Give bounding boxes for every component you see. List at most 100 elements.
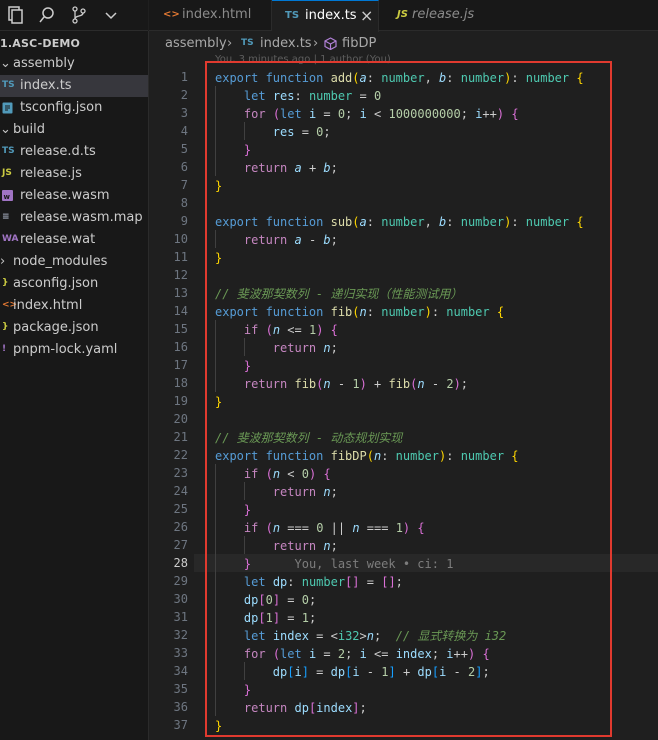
line-number: 13 <box>173 286 188 300</box>
tree-folder[interactable]: › node_modules <box>0 251 148 273</box>
tree-item-label: index.html <box>13 298 83 313</box>
ts-file-icon: TS <box>2 80 15 90</box>
line-number: 11 <box>173 250 188 264</box>
map-file-icon: ≡ <box>2 212 10 222</box>
explorer-panel: 1.ASC-DEMO ⌄ assembly TS index.ts tsconfig.j… <box>0 31 149 740</box>
explorer-root-title[interactable]: 1.ASC-DEMO <box>0 37 80 50</box>
tab-label: index.html <box>182 7 252 22</box>
ts-file-icon: TS <box>2 146 15 156</box>
tree-file[interactable]: } package.json <box>0 317 148 339</box>
tree-item-label: release.js <box>20 166 82 181</box>
tree-item-label: index.ts <box>20 78 72 93</box>
wasm-file-icon: w <box>2 190 13 204</box>
tree-file[interactable]: <> index.html <box>0 295 148 317</box>
tree-item-label: asconfig.json <box>13 276 99 291</box>
tree-file[interactable]: tsconfig.json <box>0 97 148 119</box>
line-number: 9 <box>180 214 188 228</box>
breadcrumb-symbol[interactable]: fibDP <box>342 36 376 51</box>
line-number: 20 <box>173 412 188 426</box>
line-number: 14 <box>173 304 188 318</box>
yaml-file-icon: ! <box>2 344 7 354</box>
line-number: 26 <box>173 520 188 534</box>
wat-file-icon: WA <box>2 234 19 244</box>
js-file-icon: JS <box>2 168 12 178</box>
line-number: 33 <box>173 646 188 660</box>
json-file-icon: } <box>2 278 9 288</box>
tree-file[interactable]: TS release.d.ts <box>0 141 148 163</box>
tree-item-label: release.wasm.map <box>20 210 143 225</box>
typescript-file-icon: TS <box>241 38 254 48</box>
tab-release-js[interactable]: JS release.js <box>379 0 489 30</box>
line-number: 27 <box>173 538 188 552</box>
line-number: 12 <box>173 268 188 282</box>
line-number: 34 <box>173 664 188 678</box>
line-number: 8 <box>180 196 188 210</box>
chevron-down-icon[interactable] <box>101 5 121 25</box>
tab-index-html[interactable]: <> index.html <box>149 0 272 30</box>
line-number: 15 <box>173 322 188 336</box>
svg-text:w: w <box>4 193 11 201</box>
line-number: 18 <box>173 376 188 390</box>
line-number: 21 <box>173 430 188 444</box>
tab-bar: <> index.html TS index.ts × JS release.j… <box>149 0 658 32</box>
source-control-icon[interactable] <box>69 5 89 25</box>
tree-item-label: package.json <box>13 320 99 335</box>
tree-folder[interactable]: ⌄ assembly <box>0 53 148 75</box>
tree-item-label: node_modules <box>13 254 108 269</box>
line-number: 29 <box>173 574 188 588</box>
tree-item-label: tsconfig.json <box>20 100 103 115</box>
line-number: 7 <box>180 178 188 192</box>
tab-label: release.js <box>412 7 475 22</box>
chevron-down-icon[interactable]: ⌄ <box>0 56 11 71</box>
line-number: 22 <box>173 448 188 462</box>
line-number: 25 <box>173 502 188 516</box>
tab-index-ts[interactable]: TS index.ts × <box>272 0 379 32</box>
line-number: 36 <box>173 700 188 714</box>
tab-label: index.ts <box>305 8 357 23</box>
search-icon[interactable] <box>37 5 57 25</box>
tree-folder[interactable]: ⌄ build <box>0 119 148 141</box>
line-number: 30 <box>173 592 188 606</box>
javascript-file-icon: JS <box>397 9 408 20</box>
activity-bar <box>0 0 148 31</box>
chevron-right-icon: › <box>227 36 233 51</box>
breadcrumb-file[interactable]: index.ts <box>260 36 312 51</box>
chevron-right-icon: › <box>313 36 319 51</box>
tsconfig-file-icon <box>2 102 13 117</box>
tree-item-label: assembly <box>13 56 75 71</box>
tree-file[interactable]: JS release.js <box>0 163 148 185</box>
tree-item-label: release.wasm <box>20 188 110 203</box>
line-number: 32 <box>173 628 188 642</box>
line-number: 2 <box>180 88 188 102</box>
tree-file[interactable]: w release.wasm <box>0 185 148 207</box>
line-number: 23 <box>173 466 188 480</box>
line-number: 31 <box>173 610 188 624</box>
tree-item-label: release.d.ts <box>20 144 96 159</box>
chevron-right-icon[interactable]: › <box>0 254 5 269</box>
close-icon[interactable]: × <box>360 6 373 25</box>
tree-file[interactable]: ≡ release.wasm.map <box>0 207 148 229</box>
tree-file[interactable]: WA release.wat <box>0 229 148 251</box>
line-number: 3 <box>180 106 188 120</box>
line-number: 28 <box>173 556 188 570</box>
line-number: 17 <box>173 358 188 372</box>
line-number: 1 <box>180 70 188 84</box>
line-number: 4 <box>180 124 188 138</box>
explorer-icon[interactable] <box>5 5 25 25</box>
function-symbol-icon <box>324 37 337 50</box>
tree-file[interactable]: } asconfig.json <box>0 273 148 295</box>
line-number: 10 <box>173 232 188 246</box>
line-number: 16 <box>173 340 188 354</box>
breadcrumb-folder[interactable]: assembly <box>165 36 227 51</box>
line-number: 37 <box>173 718 188 732</box>
typescript-file-icon: TS <box>285 10 300 21</box>
tree-file[interactable]: TS index.ts <box>0 75 148 97</box>
line-number: 19 <box>173 394 188 408</box>
line-number: 6 <box>180 160 188 174</box>
line-number: 5 <box>180 142 188 156</box>
json-file-icon: } <box>2 322 9 332</box>
tree-file[interactable]: ! pnpm-lock.yaml <box>0 339 148 361</box>
line-number: 24 <box>173 484 188 498</box>
chevron-down-icon[interactable]: ⌄ <box>0 122 11 137</box>
line-number: 35 <box>173 682 188 696</box>
